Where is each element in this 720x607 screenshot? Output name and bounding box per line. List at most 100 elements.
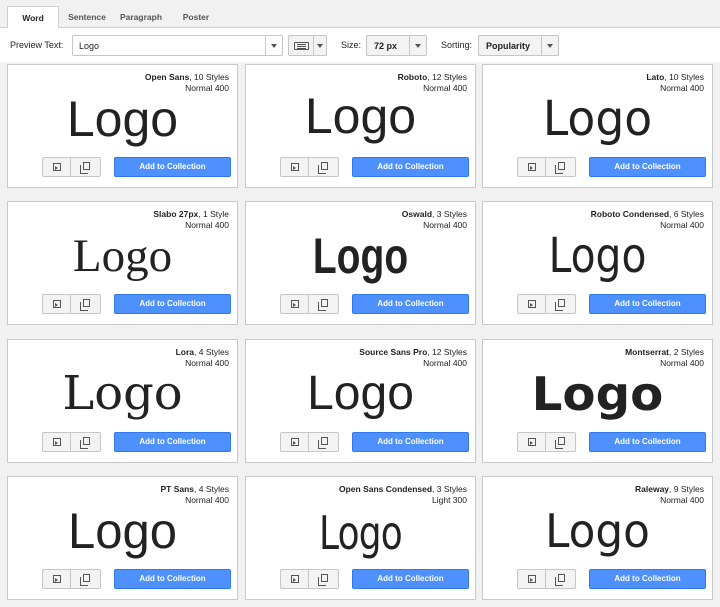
font-sample-text: Logo (66, 91, 179, 147)
quick-use-button[interactable] (42, 157, 71, 177)
quick-use-button[interactable] (517, 432, 546, 452)
quick-use-button[interactable] (42, 294, 71, 314)
pop-out-button[interactable] (546, 432, 576, 452)
arrow-into-box-icon (528, 163, 536, 171)
add-to-collection-button[interactable]: Add to Collection (589, 569, 706, 589)
copy-pages-icon (80, 162, 90, 174)
font-style-count: , 9 Styles (669, 484, 704, 494)
pop-out-button[interactable] (71, 157, 101, 177)
quick-use-button[interactable] (280, 569, 309, 589)
chevron-down-icon (547, 44, 553, 48)
arrow-into-box-icon (291, 438, 299, 446)
quick-use-button[interactable] (517, 294, 546, 314)
pop-out-button[interactable] (309, 432, 339, 452)
pop-out-button[interactable] (546, 569, 576, 589)
add-to-collection-button[interactable]: Add to Collection (352, 294, 469, 314)
font-title: Lato, 10 Styles (646, 72, 704, 82)
quick-use-button[interactable] (42, 432, 71, 452)
sorting-dropdown-button[interactable] (541, 36, 558, 55)
pop-out-button[interactable] (546, 294, 576, 314)
quick-use-button[interactable] (280, 157, 309, 177)
arrow-into-box-icon (528, 438, 536, 446)
font-name[interactable]: Open Sans Condensed (339, 484, 432, 494)
font-name[interactable]: Roboto Condensed (591, 209, 669, 219)
font-card: Slabo 27px, 1 Style Normal 400 Logo Add … (7, 201, 238, 325)
font-sample-text: Logo (548, 228, 647, 284)
add-to-collection-button[interactable]: Add to Collection (589, 432, 706, 452)
font-sample-text: Logo (67, 503, 177, 559)
font-name[interactable]: PT Sans (160, 484, 194, 494)
size-select[interactable]: 72 px (366, 35, 427, 56)
font-sample-text: Logo (319, 506, 403, 560)
copy-pages-icon (80, 299, 90, 311)
font-sample-text: Logo (72, 230, 173, 282)
keyboard-dropdown-button[interactable] (313, 36, 326, 55)
add-to-collection-button[interactable]: Add to Collection (114, 569, 231, 589)
font-name[interactable]: Montserrat (625, 347, 669, 357)
size-dropdown-button[interactable] (409, 36, 426, 55)
quick-use-button[interactable] (517, 157, 546, 177)
tab-word[interactable]: Word (7, 6, 59, 29)
pop-out-button[interactable] (309, 569, 339, 589)
font-style-count: , 4 Styles (194, 484, 229, 494)
font-name[interactable]: Source Sans Pro (359, 347, 427, 357)
font-card: Lato, 10 Styles Normal 400 Logo Add to C… (482, 64, 713, 188)
quick-use-button[interactable] (280, 294, 309, 314)
keyboard-select[interactable] (288, 35, 327, 56)
pop-out-button[interactable] (71, 294, 101, 314)
font-name[interactable]: Slabo 27px (153, 209, 198, 219)
preview-text-value: Logo (79, 41, 100, 51)
sorting-select[interactable]: Popularity (478, 35, 559, 56)
size-value: 72 px (374, 41, 398, 51)
font-name[interactable]: Oswald (402, 209, 432, 219)
add-to-collection-button[interactable]: Add to Collection (589, 294, 706, 314)
add-to-collection-button[interactable]: Add to Collection (352, 569, 469, 589)
preview-text-input[interactable]: Logo (72, 35, 283, 56)
copy-pages-icon (80, 574, 90, 586)
font-style-count: , 10 Styles (189, 72, 229, 82)
font-card: Open Sans Condensed, 3 Styles Light 300 … (245, 476, 476, 600)
add-to-collection-button[interactable]: Add to Collection (114, 294, 231, 314)
preview-text-dropdown-button[interactable] (265, 36, 282, 55)
arrow-into-box-icon (53, 438, 61, 446)
font-name[interactable]: Roboto (398, 72, 428, 82)
pop-out-button[interactable] (309, 294, 339, 314)
font-name[interactable]: Lato (646, 72, 664, 82)
font-name[interactable]: Lora (176, 347, 194, 357)
add-to-collection-button[interactable]: Add to Collection (114, 432, 231, 452)
tab-paragraph[interactable]: Paragraph (115, 6, 167, 29)
font-card: Raleway, 9 Styles Normal 400 Logo Add to… (482, 476, 713, 600)
font-card: Roboto, 12 Styles Normal 400 Logo Add to… (245, 64, 476, 188)
pop-out-button[interactable] (71, 569, 101, 589)
font-title: Slabo 27px, 1 Style (153, 209, 229, 219)
pop-out-button[interactable] (546, 157, 576, 177)
pop-out-button[interactable] (71, 432, 101, 452)
quick-use-button[interactable] (42, 569, 71, 589)
add-to-collection-button[interactable]: Add to Collection (589, 157, 706, 177)
font-title: Montserrat, 2 Styles (625, 347, 704, 357)
pop-out-button[interactable] (309, 157, 339, 177)
font-sample-text: Logo (531, 367, 664, 421)
font-name[interactable]: Open Sans (145, 72, 189, 82)
font-sample-text: Logo (307, 367, 414, 420)
add-to-collection-button[interactable]: Add to Collection (352, 432, 469, 452)
add-to-collection-button[interactable]: Add to Collection (352, 157, 469, 177)
toolbar: Preview Text: Logo Size: 72 px Sorting: … (0, 28, 720, 62)
add-to-collection-button[interactable]: Add to Collection (114, 157, 231, 177)
font-card: Montserrat, 2 Styles Normal 400 Logo Add… (482, 339, 713, 463)
view-mode-tabs: Word Sentence Paragraph Poster (0, 0, 720, 29)
font-style-count: , 6 Styles (669, 209, 704, 219)
tab-sentence[interactable]: Sentence (61, 6, 113, 29)
font-card: Roboto Condensed, 6 Styles Normal 400 Lo… (482, 201, 713, 325)
font-sample-text: Logo (312, 228, 409, 284)
tab-poster[interactable]: Poster (170, 6, 222, 29)
font-title: Lora, 4 Styles (176, 347, 229, 357)
font-style-count: , 12 Styles (427, 347, 467, 357)
font-title: Roboto, 12 Styles (398, 72, 467, 82)
font-name[interactable]: Raleway (635, 484, 669, 494)
quick-use-button[interactable] (280, 432, 309, 452)
font-title: Oswald, 3 Styles (402, 209, 467, 219)
quick-use-button[interactable] (517, 569, 546, 589)
font-title: PT Sans, 4 Styles (160, 484, 229, 494)
copy-pages-icon (318, 574, 328, 586)
